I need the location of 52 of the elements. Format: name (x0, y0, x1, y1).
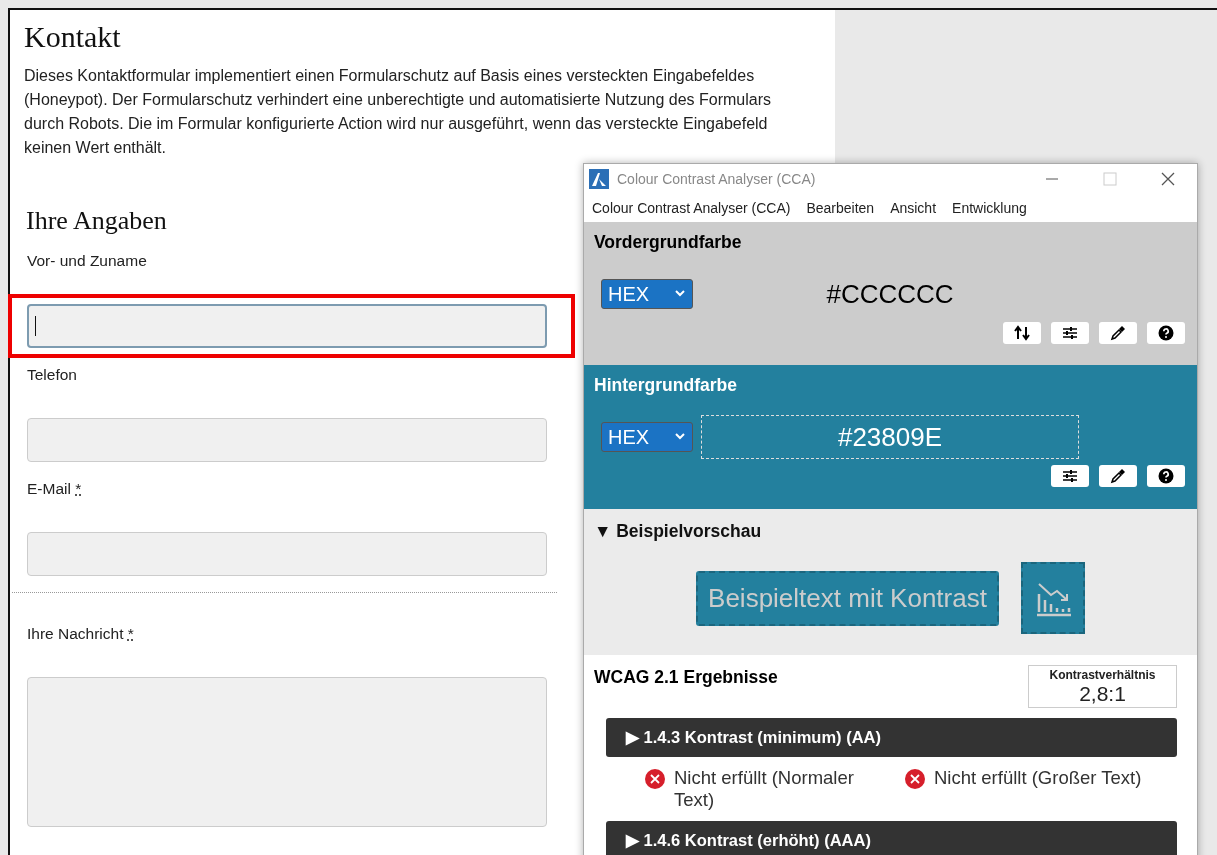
sliders-icon (1062, 468, 1078, 484)
text-field[interactable] (27, 532, 547, 576)
help-icon (1158, 325, 1174, 341)
tool-button[interactable] (1051, 322, 1089, 344)
tool-button[interactable] (1051, 465, 1089, 487)
tool-button[interactable] (1099, 322, 1137, 344)
ratio-label: Kontrastverhältnis (1048, 668, 1157, 682)
menu-item[interactable]: Colour Contrast Analyser (CCA) (592, 200, 791, 216)
page-heading: Kontakt (24, 20, 121, 54)
required-mark: * (127, 625, 134, 642)
sliders-icon (1062, 325, 1078, 341)
eyedropper-icon (1110, 325, 1126, 341)
menu-item[interactable]: Bearbeiten (806, 200, 875, 216)
field-label: Ihre Nachricht (27, 625, 124, 642)
field-label: Vor- und Zuname (27, 252, 147, 269)
text-field[interactable] (27, 304, 547, 348)
window-title: Colour Contrast Analyser (CCA) (617, 171, 817, 187)
eyedropper-icon (1110, 468, 1126, 484)
help-icon (1158, 468, 1174, 484)
panel-heading: Hintergrundfarbe (594, 375, 738, 396)
text-field[interactable] (27, 418, 547, 462)
menu-item[interactable]: Entwicklung (952, 200, 1027, 216)
swap-icon (1014, 325, 1030, 341)
color-value-field[interactable]: #23809E (701, 415, 1079, 459)
tool-button[interactable] (1003, 322, 1041, 344)
sample-chart-icon (1020, 562, 1085, 634)
result-text: Nicht erfüllt (Großer Text) (934, 767, 1142, 789)
format-dropdown[interactable]: HEX (601, 422, 693, 452)
tool-button[interactable] (1147, 465, 1185, 487)
message-field[interactable] (27, 677, 547, 827)
ratio-value: 2,8:1 (1078, 682, 1127, 706)
tool-button[interactable] (1099, 465, 1137, 487)
chevron-icon (674, 290, 686, 298)
tool-button[interactable] (1147, 322, 1185, 344)
color-value-field[interactable]: #CCCCCC (701, 272, 1079, 316)
menu-item[interactable]: Ansicht (890, 200, 937, 216)
required-mark: * (75, 480, 82, 497)
panel-heading: Vordergrundfarbe (594, 232, 743, 253)
format-dropdown[interactable]: HEX (601, 279, 693, 309)
field-label: Telefon (27, 366, 77, 383)
field-label: E-Mail (27, 480, 71, 497)
sample-text: Beispieltext mit Kontrast (696, 570, 999, 626)
app-icon (589, 169, 609, 189)
results-heading: WCAG 2.1 Ergebnisse (594, 667, 778, 688)
close-icon[interactable] (1161, 172, 1175, 186)
section-heading: Ihre Angaben (26, 206, 167, 236)
chevron-icon (674, 433, 686, 441)
intro-text: Dieses Kontaktformular implementiert einen Formularschutz auf Basis eines versteckten Eingabefeldes (Honeypot). Der Formularschutz verhindert eine unberechtigte und automatisierte Nutzung des Formulars durch Robots. Die im Formular konfigurierte Action wird nur ausgeführt, wenn das versteckte Eingabefeld keinen Wert enthält. (24, 66, 773, 158)
result-text: Nicht erfüllt (Normaler Text) (674, 767, 855, 811)
criterion-header[interactable]: ▶ 1.4.3 Kontrast (minimum) (AA) (606, 718, 1177, 757)
preview-toggle[interactable]: ▼ Beispielvorschau (594, 521, 1187, 542)
criterion-header[interactable]: ▶ 1.4.6 Kontrast (erhöht) (AAA) (606, 821, 1177, 855)
